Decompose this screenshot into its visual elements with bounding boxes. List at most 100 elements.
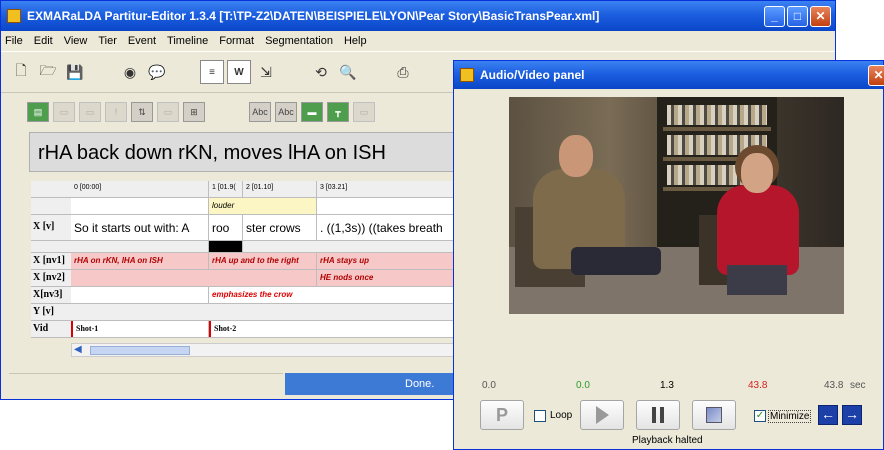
tier-row-x-nv3: X[nv3] emphasizes the crow	[31, 287, 471, 304]
timeline-point-3[interactable]: 3 [03.21]	[317, 181, 471, 197]
search-icon[interactable]: 🔍	[336, 60, 360, 84]
new-file-icon[interactable]: 🗋	[9, 60, 33, 84]
empty-cell[interactable]	[71, 241, 209, 252]
event-cell[interactable]: HE nods once	[317, 270, 471, 286]
merge-events-icon[interactable]: ▬	[301, 102, 323, 122]
menu-edit[interactable]: Edit	[34, 35, 53, 47]
document-icon[interactable]: ≡	[200, 60, 224, 84]
event-cell[interactable]: So it starts out with: A	[71, 215, 209, 240]
play-button[interactable]	[580, 400, 624, 430]
tier-down-icon[interactable]: ▭	[79, 102, 101, 122]
disabled-tool-icon[interactable]: ▭	[353, 102, 375, 122]
export-icon[interactable]: ⇲	[254, 60, 278, 84]
maximize-button[interactable]: □	[787, 6, 808, 27]
scroll-left-icon[interactable]: ◀	[74, 344, 82, 355]
menu-timeline[interactable]: Timeline	[167, 35, 208, 47]
empty-cell[interactable]	[317, 198, 471, 214]
playback-controls: P Loop ✓ Minimize ← →	[454, 400, 884, 432]
pause-button[interactable]	[636, 400, 680, 430]
selected-cell[interactable]	[209, 241, 243, 252]
window-controls: _ □ ✕	[764, 6, 831, 27]
empty-cell[interactable]	[71, 270, 317, 286]
empty-cell[interactable]	[71, 287, 209, 303]
selected-event-display: rHA back down rKN, moves lHA on ISH	[29, 132, 469, 172]
empty-cell[interactable]	[243, 241, 471, 252]
split-event-icon[interactable]: ┳	[327, 102, 349, 122]
replace-icon[interactable]: ⟲	[309, 60, 333, 84]
menu-format[interactable]: Format	[219, 35, 254, 47]
table-icon[interactable]: ⊞	[183, 102, 205, 122]
tier-row-y-v: Y [v]	[31, 304, 471, 321]
event-cell[interactable]: louder	[209, 198, 317, 214]
tier-merge-icon[interactable]: ⇅	[131, 102, 153, 122]
event-cell[interactable]: rHA stays up	[317, 253, 471, 269]
globe-icon[interactable]: ◉	[118, 60, 142, 84]
scroll-thumb[interactable]	[90, 346, 190, 355]
editor-titlebar[interactable]: EXMARaLDA Partitur-Editor 1.3.4 [T:\TP-Z…	[1, 1, 835, 31]
close-button[interactable]: ✕	[810, 6, 831, 27]
event-cell[interactable]: emphasizes the crow	[209, 287, 471, 303]
tier-label	[31, 198, 71, 214]
play-icon	[595, 406, 609, 424]
minimize-label: Minimize	[768, 410, 812, 423]
shift-right-icon[interactable]: Abc	[275, 102, 297, 122]
event-cell[interactable]: Shot-1	[71, 321, 209, 337]
horizontal-scrollbar[interactable]: ◀	[71, 343, 471, 357]
speech-bubble-icon[interactable]: 💬	[145, 60, 169, 84]
tier-props-icon[interactable]: !	[105, 102, 127, 122]
video-frame[interactable]	[509, 97, 844, 314]
time-readouts: 0.0 0.0 1.3 43.8 43.8 sec	[454, 380, 884, 394]
tier-label: X [nv2]	[31, 270, 71, 286]
event-cell[interactable]: Shot-2	[209, 321, 471, 337]
event-cell[interactable]: rHA on rKN, lHA on ISH	[71, 253, 209, 269]
editor-title: EXMARaLDA Partitur-Editor 1.3.4 [T:\TP-Z…	[27, 9, 600, 23]
timeline-point-2[interactable]: 2 [01.10]	[243, 181, 317, 197]
tier-up-icon[interactable]: ▭	[53, 102, 75, 122]
app-icon	[460, 68, 474, 82]
menu-view[interactable]: View	[64, 35, 88, 47]
empty-cell[interactable]	[71, 304, 471, 320]
word-export-icon[interactable]: W	[227, 60, 251, 84]
event-cell[interactable]: . ((1,3s)) ((takes breath	[317, 215, 471, 240]
insert-tier-icon[interactable]: ▤	[27, 102, 49, 122]
empty-cell[interactable]	[71, 198, 209, 214]
time-selection-start: 0.0	[576, 380, 590, 391]
av-close-button[interactable]: ✕	[868, 65, 884, 86]
menu-event[interactable]: Event	[128, 35, 156, 47]
timeline-row: 0 [00:00] 1 [01.9( 2 [01.10] 3 [03.21]	[31, 181, 471, 198]
tier-row-blank	[31, 241, 471, 253]
video-person-woman	[717, 185, 799, 275]
stop-button[interactable]	[692, 400, 736, 430]
tier-row-vid: Vid Shot-1 Shot-2	[31, 321, 471, 338]
minimize-checkbox[interactable]: ✓	[754, 410, 766, 422]
tier-label: X [nv1]	[31, 253, 71, 269]
tier-remove-icon[interactable]: ▭	[157, 102, 179, 122]
status-bar-left	[9, 373, 283, 395]
tier-label: X[nv3]	[31, 287, 71, 303]
timeline-point-0[interactable]: 0 [00:00]	[71, 181, 209, 197]
menu-file[interactable]: File	[5, 35, 23, 47]
open-folder-icon[interactable]: 🗁	[36, 60, 60, 84]
partitur-grid: 0 [00:00] 1 [01.9( 2 [01.10] 3 [03.21] l…	[31, 181, 471, 338]
minimize-button[interactable]: _	[764, 6, 785, 27]
audio-video-panel: Audio/Video panel ✕ 0.0 0.0 1.3 43.8 43.…	[453, 60, 884, 450]
arrow-left-icon[interactable]: ←	[818, 405, 838, 425]
save-icon[interactable]: 💾	[63, 60, 87, 84]
time-selection-end: 43.8	[748, 380, 768, 391]
p-button[interactable]: P	[480, 400, 524, 430]
menu-segmentation[interactable]: Segmentation	[265, 35, 333, 47]
arrow-right-icon[interactable]: →	[842, 405, 862, 425]
tier-row-x-v: X [v] So it starts out with: A roo ster …	[31, 215, 471, 241]
event-cell[interactable]: rHA up and to the right	[209, 253, 317, 269]
menu-help[interactable]: Help	[344, 35, 367, 47]
loop-checkbox[interactable]	[534, 410, 546, 422]
stop-icon	[706, 407, 722, 423]
event-cell[interactable]: ster crows	[243, 215, 317, 240]
shift-left-icon[interactable]: Abc	[249, 102, 271, 122]
print-icon[interactable]: ⎙	[391, 60, 415, 84]
p-button-label: P	[495, 404, 508, 425]
timeline-point-1[interactable]: 1 [01.9(	[209, 181, 243, 197]
menu-tier[interactable]: Tier	[98, 35, 117, 47]
event-cell[interactable]: roo	[209, 215, 243, 240]
av-titlebar[interactable]: Audio/Video panel ✕	[454, 61, 884, 89]
